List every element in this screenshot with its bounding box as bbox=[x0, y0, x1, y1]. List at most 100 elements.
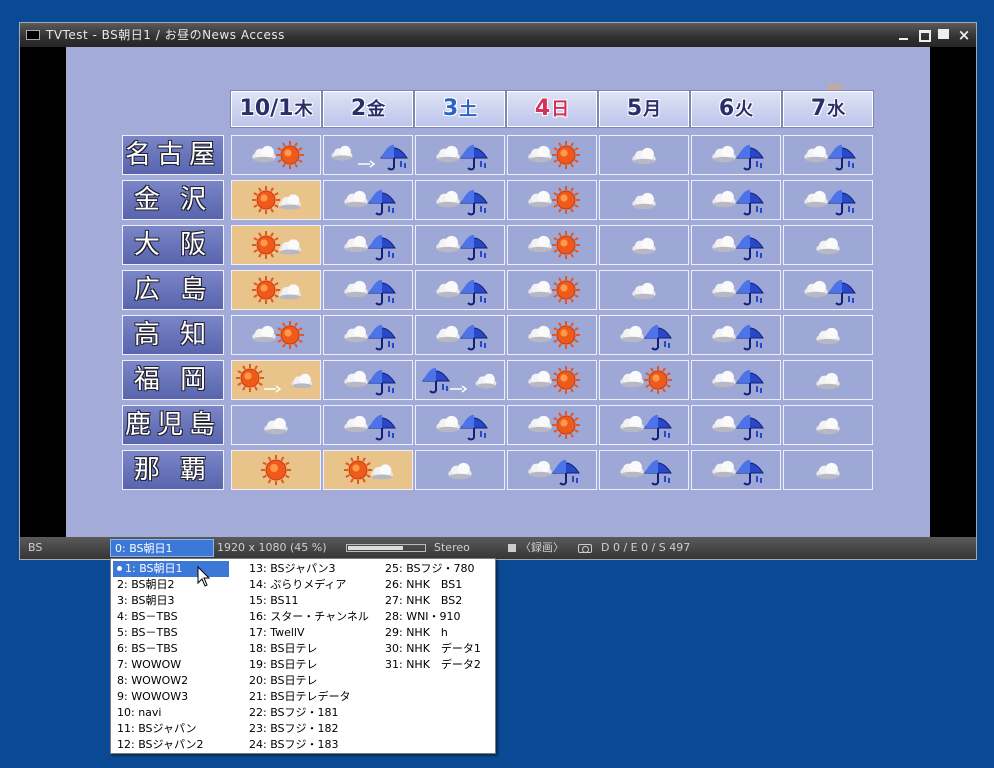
cloud-icon bbox=[620, 415, 644, 433]
channel-menu-item[interactable]: 28: WNI・910 bbox=[381, 609, 493, 625]
channel-menu-item[interactable]: 18: BS日テレ bbox=[245, 641, 375, 657]
error-counter: D 0 / E 0 / S 497 bbox=[601, 541, 691, 554]
cloud-icon bbox=[331, 145, 353, 161]
sun-icon bbox=[552, 231, 580, 259]
channel-menu-item[interactable]: 7: WOWOW bbox=[113, 657, 229, 673]
channel-menu-item[interactable]: 19: BS日テレ bbox=[245, 657, 375, 673]
umbrella-rain-icon bbox=[368, 369, 396, 396]
volume-bar[interactable] bbox=[346, 544, 426, 552]
channel-menu-item[interactable]: 29: NHK h bbox=[381, 625, 493, 641]
channel-menu-item[interactable]: 2: BS朝日2 bbox=[113, 577, 229, 593]
record-stop-icon[interactable] bbox=[508, 544, 516, 552]
umbrella-rain-icon bbox=[368, 189, 396, 216]
forecast-cell bbox=[599, 450, 689, 490]
channel-menu-label: 25: BSフジ・780 bbox=[385, 562, 475, 575]
tuning-space[interactable]: BS bbox=[28, 537, 42, 559]
forecast-cell bbox=[323, 360, 413, 400]
forecast-cell bbox=[231, 135, 321, 175]
cloud-icon bbox=[712, 370, 736, 388]
forecast-cell bbox=[323, 180, 413, 220]
day-of-week: 金 bbox=[367, 99, 386, 120]
channel-menu-item[interactable]: 27: NHK BS2 bbox=[381, 593, 493, 609]
channel-menu-label: 26: NHK BS1 bbox=[385, 578, 463, 591]
cloud-icon bbox=[712, 280, 736, 298]
channel-menu-item[interactable]: 21: BS日テレデータ bbox=[245, 689, 375, 705]
day-date: 6 bbox=[718, 96, 735, 121]
channel-menu-label: 16: スター・チャンネル bbox=[249, 610, 369, 623]
channel-menu-item[interactable]: 8: WOWOW2 bbox=[113, 673, 229, 689]
city-name: 大 阪 bbox=[122, 225, 224, 265]
channel-menu-label: 10: navi bbox=[117, 706, 162, 719]
sun-icon bbox=[252, 276, 280, 304]
sun-icon bbox=[552, 186, 580, 214]
cloud-icon bbox=[264, 417, 288, 435]
channel-menu-item[interactable]: 25: BSフジ・780 bbox=[381, 561, 493, 577]
channel-menu-item[interactable]: 13: BSジャパン3 bbox=[245, 561, 375, 577]
channel-menu-item[interactable]: 24: BSフジ・183 bbox=[245, 737, 375, 753]
forecast-cell bbox=[507, 360, 597, 400]
channel-menu-label: 8: WOWOW2 bbox=[117, 674, 189, 687]
cloud-icon bbox=[620, 460, 644, 478]
city-name: 高 知 bbox=[122, 315, 224, 355]
channel-menu-item[interactable]: 20: BS日テレ bbox=[245, 673, 375, 689]
cloud-icon bbox=[528, 370, 552, 388]
channel-menu-item[interactable]: 15: BS11 bbox=[245, 593, 375, 609]
channel-menu-item[interactable]: 17: TwellV bbox=[245, 625, 375, 641]
record-status[interactable]: 〈録画〉 bbox=[520, 537, 564, 559]
forecast-cell bbox=[415, 225, 505, 265]
channel-menu-item[interactable]: 12: BSジャパン2 bbox=[113, 737, 229, 753]
camera-icon[interactable] bbox=[578, 544, 592, 553]
cloud-icon bbox=[278, 239, 302, 255]
channel-menu-item[interactable]: 16: スター・チャンネル bbox=[245, 609, 375, 625]
channel-menu-item[interactable]: 26: NHK BS1 bbox=[381, 577, 493, 593]
city-name: 福 岡 bbox=[122, 360, 224, 400]
city-name: 鹿児島 bbox=[122, 405, 224, 445]
sun-icon bbox=[344, 456, 372, 484]
channel-menu-item[interactable]: 3: BS朝日3 bbox=[113, 593, 229, 609]
channel-menu-item[interactable]: 9: WOWOW3 bbox=[113, 689, 229, 705]
cloud-icon bbox=[632, 192, 656, 210]
cloud-icon bbox=[436, 325, 460, 343]
forecast-cell bbox=[691, 360, 781, 400]
channel-menu-item[interactable]: 4: BS－TBS bbox=[113, 609, 229, 625]
close-button[interactable]: × bbox=[957, 28, 971, 43]
umbrella-rain-icon bbox=[368, 234, 396, 261]
city-name: 広 島 bbox=[122, 270, 224, 310]
forecast-cell bbox=[323, 270, 413, 310]
cloud-icon bbox=[804, 190, 828, 208]
maximize-button[interactable] bbox=[917, 28, 931, 42]
channel-menu-item[interactable]: 23: BSフジ・182 bbox=[245, 721, 375, 737]
forecast-cell bbox=[691, 405, 781, 445]
cloud-icon bbox=[632, 282, 656, 300]
umbrella-rain-icon bbox=[736, 459, 764, 486]
forecast-cell bbox=[691, 270, 781, 310]
channel-selector[interactable]: 0: BS朝日1 bbox=[110, 539, 214, 557]
channel-menu-item[interactable]: 14: ぷらりメディア bbox=[245, 577, 375, 593]
umbrella-rain-icon bbox=[828, 144, 856, 171]
audio-mode[interactable]: Stereo bbox=[434, 537, 470, 559]
day-header: 6火 bbox=[690, 90, 782, 128]
channel-menu-item[interactable]: 30: NHK データ1 bbox=[381, 641, 493, 657]
cloud-icon bbox=[816, 462, 840, 480]
forecast-cell bbox=[691, 135, 781, 175]
cloud-icon bbox=[344, 370, 368, 388]
channel-menu-label: 17: TwellV bbox=[249, 626, 305, 639]
city-name: 名古屋 bbox=[122, 135, 224, 175]
umbrella-rain-icon bbox=[644, 414, 672, 441]
video-area[interactable]: BS 10/1木 2金 3土 4日 5月 6火 7水 名古屋金 沢大 阪広 島高 知福 岡鹿児… bbox=[20, 47, 976, 537]
cloud-icon bbox=[448, 462, 472, 480]
forecast-cell bbox=[231, 315, 321, 355]
channel-menu-item[interactable]: 31: NHK データ2 bbox=[381, 657, 493, 673]
channel-menu-item[interactable]: 10: navi bbox=[113, 705, 229, 721]
channel-menu-item[interactable]: 11: BSジャパン bbox=[113, 721, 229, 737]
channel-menu-item[interactable]: 1: BS朝日1 bbox=[113, 561, 229, 577]
cloud-icon bbox=[712, 415, 736, 433]
fullscreen-button[interactable] bbox=[937, 28, 951, 42]
channel-menu-item[interactable]: 22: BSフジ・181 bbox=[245, 705, 375, 721]
forecast-cell bbox=[231, 225, 321, 265]
title-bar[interactable]: TVTest - BS朝日1 / お昼のNews Access × bbox=[20, 23, 976, 47]
forecast-cell bbox=[783, 315, 873, 355]
channel-menu-item[interactable]: 5: BS－TBS bbox=[113, 625, 229, 641]
minimize-button[interactable] bbox=[897, 28, 911, 42]
channel-menu-item[interactable]: 6: BS－TBS bbox=[113, 641, 229, 657]
